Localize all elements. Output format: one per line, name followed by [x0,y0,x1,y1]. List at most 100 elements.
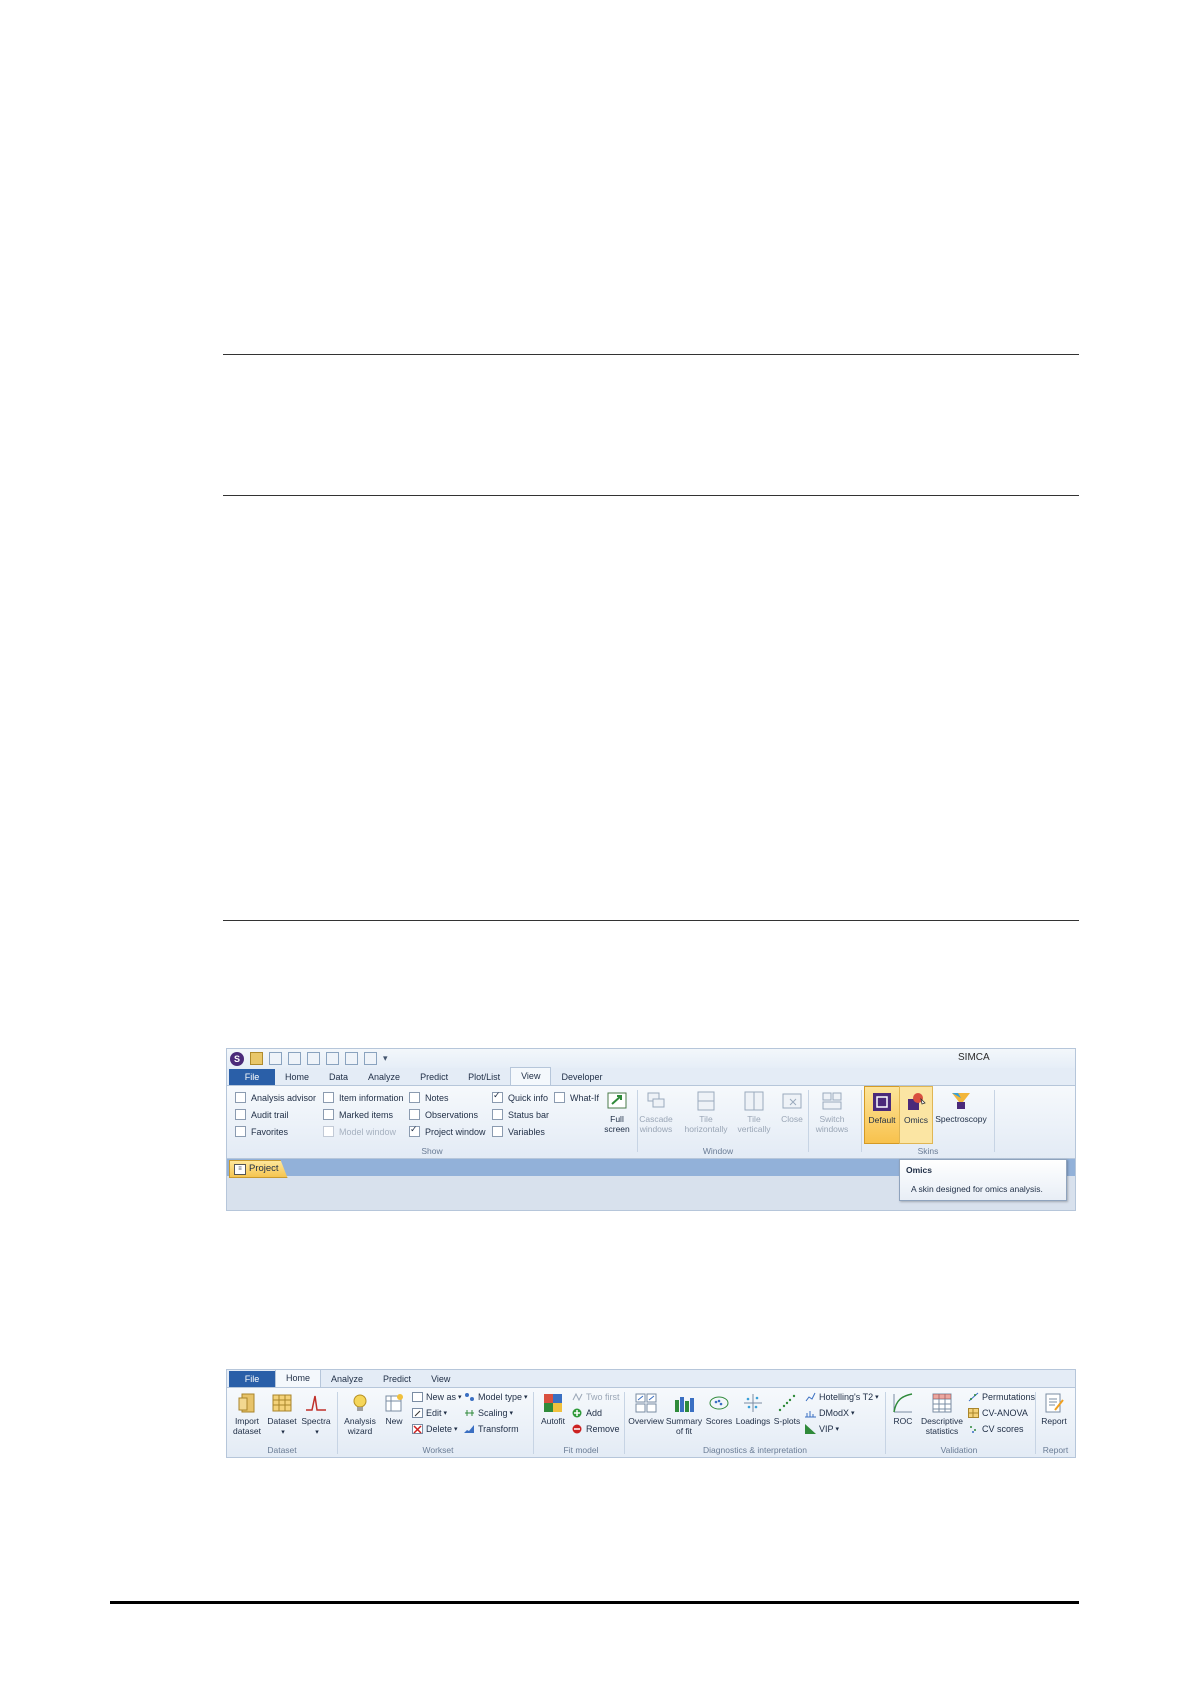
scaling-button[interactable]: Scaling ▾ [464,1408,513,1418]
new-as-button[interactable]: New as ▾ [412,1392,462,1402]
cascade-windows-button[interactable]: Cascade windows [638,1086,674,1134]
view-ribbon: Analysis advisor Audit trail Favorites I… [227,1086,1075,1159]
spectra-button[interactable]: Spectra ▾ [299,1388,333,1438]
tile-vertically-button[interactable]: Tile vertically [732,1086,776,1134]
descriptive-statistics-button[interactable]: Descriptive statistics [918,1388,966,1436]
checkbox-what-if[interactable]: What-If [554,1092,599,1103]
full-screen-label: Full screen [604,1114,630,1134]
tab-file[interactable]: File [229,1069,275,1085]
tile-horizontally-button[interactable]: Tile horizontally [682,1086,730,1134]
checkbox-audit-trail[interactable]: Audit trail [235,1109,289,1120]
full-screen-button[interactable]: Full screen [599,1086,635,1134]
simca-logo-icon[interactable]: S [230,1051,244,1066]
horizontal-rule-2 [223,495,1079,496]
project-tab-label: Project [249,1163,279,1174]
skin-default-button[interactable]: Default [864,1086,900,1144]
checkbox-project-window[interactable]: Project window [409,1124,486,1137]
window-icon[interactable] [326,1052,339,1065]
report-icon [1045,1393,1064,1413]
checkbox-item-information[interactable]: Item information [323,1092,404,1103]
diagnostics-group-label: Diagnostics & interpretation [703,1445,807,1455]
switch-windows-button[interactable]: Switch windows [810,1086,854,1134]
undo-icon[interactable] [307,1052,320,1065]
hotellings-t2-icon [805,1392,816,1402]
dmodx-button[interactable]: DModX ▾ [805,1408,855,1418]
overview-button[interactable]: Overview [627,1388,665,1426]
tab-view[interactable]: View [421,1371,460,1387]
import-dataset-icon [238,1393,255,1413]
analysis-wizard-label: Analysis wizard [344,1416,376,1436]
s-plot-icon [778,1394,796,1412]
roc-label: ROC [893,1416,913,1426]
cv-anova-button[interactable]: CV-ANOVA [968,1408,1028,1418]
copy-icon[interactable] [288,1052,301,1065]
save-icon[interactable] [269,1052,282,1065]
transform-icon [464,1425,474,1433]
checkbox-analysis-advisor[interactable]: Analysis advisor [235,1092,316,1103]
model-type-button[interactable]: Model type ▾ [464,1392,528,1402]
remove-component-button[interactable]: Remove [572,1424,620,1434]
cv-scores-button[interactable]: CV scores [968,1424,1024,1434]
skin-omics-button[interactable]: Omics [899,1086,933,1144]
import-dataset-button[interactable]: Import dataset [229,1388,265,1436]
edit-button[interactable]: Edit ▾ [412,1408,447,1418]
new-workset-button[interactable]: New [380,1388,408,1426]
project-icon: ≡ [234,1163,246,1175]
tab-developer[interactable]: Developer [551,1069,612,1085]
add-component-button[interactable]: Add [572,1408,602,1418]
customize-toolbar-icon[interactable]: ▾ [383,1053,388,1064]
tab-plot-list[interactable]: Plot/List [458,1069,510,1085]
tab-predict[interactable]: Predict [373,1371,421,1387]
autofit-button[interactable]: Autofit [536,1388,570,1426]
permutations-button[interactable]: Permutations [968,1392,1035,1402]
delete-button[interactable]: Delete ▾ [412,1424,458,1434]
s-plots-button[interactable]: S-plots [771,1388,803,1426]
full-screen-icon [607,1092,627,1109]
dropdown-caret-icon: ▾ [443,1410,448,1417]
checkbox-marked-items[interactable]: Marked items [323,1109,393,1120]
tab-file[interactable]: File [229,1371,275,1387]
scores-button[interactable]: Scores [703,1388,735,1426]
tab-analyze[interactable]: Analyze [321,1371,373,1387]
roc-button[interactable]: ROC [888,1388,918,1426]
descriptive-statistics-label: Descriptive statistics [920,1416,964,1436]
remove-icon [572,1424,582,1434]
tab-view[interactable]: View [510,1067,552,1085]
horizontal-rule-3 [223,920,1079,921]
tile-horizontally-icon [697,1091,715,1111]
spectra-icon [306,1395,326,1411]
close-window-button[interactable]: Close [778,1086,806,1124]
workset-group: Analysis wizard New New as ▾ Edit ▾ Delete… [338,1388,538,1457]
dropdown-caret-icon: ▾ [281,1429,285,1436]
analysis-wizard-button[interactable]: Analysis wizard [340,1388,380,1436]
tab-home[interactable]: Home [275,1370,322,1387]
summary-of-fit-icon [675,1397,694,1412]
loadings-button[interactable]: Loadings [735,1388,771,1426]
dataset-button[interactable]: Dataset ▾ [265,1388,299,1438]
two-first-button[interactable]: Two first [572,1392,620,1402]
project-tab[interactable]: ≡ Project [229,1160,288,1178]
scaling-label: Scaling [478,1408,508,1418]
tab-data[interactable]: Data [319,1069,358,1085]
checkbox-status-bar[interactable]: Status bar [492,1109,549,1120]
tile-vertical-icon[interactable] [345,1052,358,1065]
checkbox-quick-info[interactable]: Quick info [492,1090,548,1103]
footer-rule [110,1601,1079,1604]
tab-analyze[interactable]: Analyze [358,1069,410,1085]
checkbox-favorites[interactable]: Favorites [235,1126,288,1137]
vip-button[interactable]: VIP ▾ [805,1424,839,1434]
tile-horizontal-icon[interactable] [364,1052,377,1065]
tab-predict[interactable]: Predict [410,1069,458,1085]
open-project-icon[interactable] [250,1052,263,1065]
report-button[interactable]: Report [1036,1388,1072,1426]
hotellings-t2-button[interactable]: Hotelling's T2 ▾ [805,1392,879,1402]
switch-windows-icon [822,1092,842,1110]
checkbox-observations[interactable]: Observations [409,1109,478,1120]
skin-spectroscopy-button[interactable]: Spectroscopy [933,1086,989,1124]
tab-home[interactable]: Home [275,1069,319,1085]
checkbox-notes[interactable]: Notes [409,1092,449,1103]
transform-button[interactable]: Transform [464,1424,519,1434]
summary-of-fit-button[interactable]: Summary of fit [665,1388,703,1436]
checkbox-variables[interactable]: Variables [492,1126,545,1137]
skin-default-label: Default [868,1115,896,1125]
